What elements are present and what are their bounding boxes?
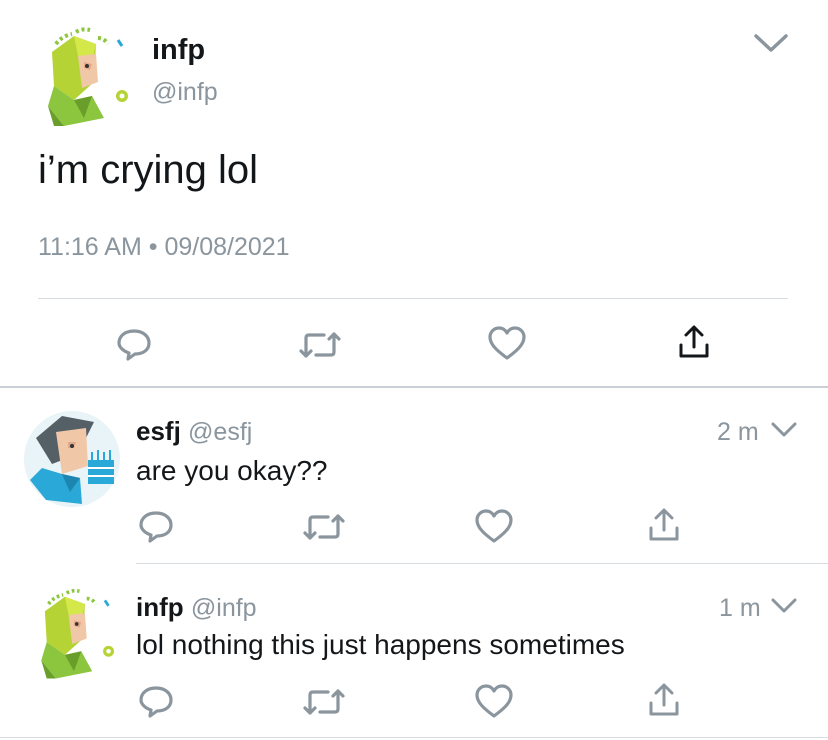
section-separator: [0, 386, 828, 388]
infp-avatar-icon[interactable]: [34, 22, 134, 132]
divider: [136, 563, 828, 564]
reply-timestamp: 1 m: [719, 594, 761, 622]
author-handle[interactable]: @infp: [152, 78, 218, 107]
reply-author[interactable]: infp @infp: [136, 592, 257, 623]
retweet-icon[interactable]: [302, 685, 346, 719]
retweet-icon[interactable]: [302, 510, 346, 544]
reply-timestamp: 2 m: [717, 418, 759, 446]
tweet-date: 09/08/2021: [164, 233, 290, 261]
author-name[interactable]: infp: [152, 34, 205, 67]
reply-text: are you okay??: [136, 455, 328, 486]
tweet-text: i’m crying lol: [38, 148, 259, 192]
share-icon[interactable]: [646, 681, 682, 719]
reply-icon[interactable]: [136, 508, 176, 544]
share-icon[interactable]: [646, 506, 682, 544]
esfj-avatar-icon[interactable]: [22, 408, 122, 510]
reply-icon[interactable]: [136, 683, 176, 719]
reply-author-handle[interactable]: @infp: [191, 594, 257, 622]
reply-icon[interactable]: [114, 326, 154, 362]
reply-text: lol nothing this just happens sometimes: [136, 629, 625, 660]
like-icon[interactable]: [473, 683, 515, 719]
reply-author-name[interactable]: esfj: [136, 416, 181, 446]
infp-avatar-icon[interactable]: [28, 584, 120, 684]
like-icon[interactable]: [486, 325, 528, 361]
meta-separator: •: [148, 233, 158, 261]
divider: [38, 298, 788, 299]
reply-author-name[interactable]: infp: [136, 592, 184, 622]
chevron-down-icon[interactable]: [752, 30, 790, 56]
chevron-down-icon[interactable]: [770, 418, 798, 440]
share-icon[interactable]: [676, 323, 712, 361]
chevron-down-icon[interactable]: [770, 594, 798, 616]
tweet-time: 11:16 AM: [38, 233, 142, 261]
retweet-icon[interactable]: [298, 328, 342, 362]
reply-author-handle[interactable]: @esfj: [188, 418, 252, 446]
reply-author[interactable]: esfj @esfj: [136, 416, 252, 447]
like-icon[interactable]: [473, 508, 515, 544]
divider: [0, 737, 828, 738]
tweet-timestamp: 11:16 AM • 09/08/2021: [38, 233, 290, 262]
